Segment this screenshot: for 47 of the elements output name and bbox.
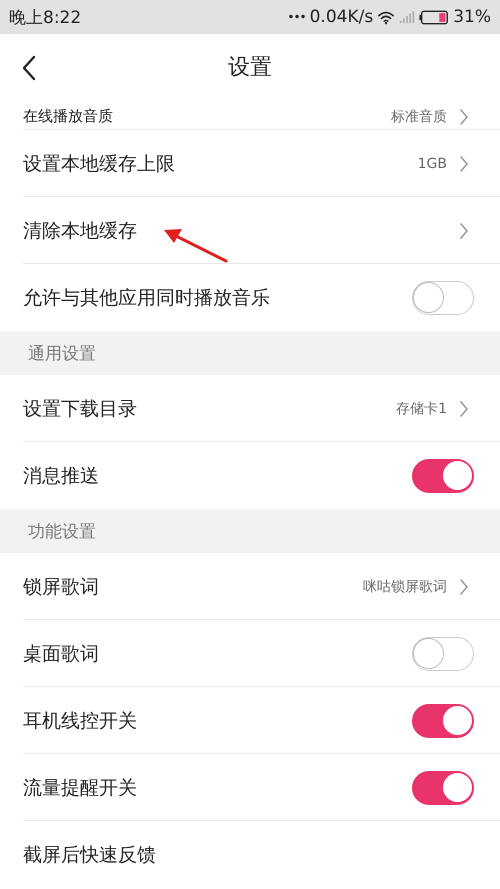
settings-row[interactable]: 截屏后快速反馈 [0, 821, 500, 888]
settings-row[interactable]: 允许与其他应用同时播放音乐 [0, 264, 500, 331]
setting-label: 流量提醒开关 [23, 776, 137, 800]
settings-row[interactable]: 流量提醒开关 [0, 754, 500, 821]
settings-row[interactable]: 消息推送 [0, 442, 500, 509]
setting-label: 允许与其他应用同时播放音乐 [23, 286, 270, 310]
setting-label: 桌面歌词 [23, 642, 99, 666]
setting-value: 标准音质 [391, 108, 447, 126]
settings-row[interactable]: 设置本地缓存上限 1GB [0, 130, 500, 197]
settings-row[interactable]: 耳机线控开关 [0, 687, 500, 754]
settings-row[interactable]: 设置下载目录 存储卡1 [0, 375, 500, 442]
section-header: 通用设置 [0, 331, 500, 375]
setting-label: 清除本地缓存 [23, 218, 137, 244]
wifi-icon [377, 10, 396, 24]
section-header: 功能设置 [0, 509, 500, 553]
toggle-switch[interactable] [412, 636, 474, 670]
setting-value: 咪咕锁屏歌词 [363, 578, 447, 596]
battery-percent: 31% [453, 7, 491, 27]
settings-row[interactable]: 清除本地缓存 [0, 197, 500, 264]
chevron-icon [459, 578, 469, 596]
setting-label: 消息推送 [23, 464, 99, 488]
back-icon [22, 55, 36, 81]
toggle-switch[interactable] [412, 770, 474, 804]
battery-icon [419, 10, 450, 24]
setting-label: 设置本地缓存上限 [23, 152, 175, 176]
chevron-icon [459, 108, 469, 126]
page-title: 设置 [228, 54, 272, 82]
chevron-icon [459, 400, 469, 418]
setting-label: 截屏后快速反馈 [23, 842, 156, 868]
settings-row[interactable]: 在线播放音质 标准音质 [0, 100, 500, 130]
setting-label: 锁屏歌词 [23, 574, 99, 600]
more-dots: ••• [287, 10, 306, 24]
network-speed: 0.04K/s [310, 7, 374, 27]
setting-label: 耳机线控开关 [23, 708, 137, 734]
setting-label: 在线播放音质 [23, 107, 113, 126]
setting-value: 1GB [418, 156, 447, 172]
toggle-switch[interactable] [412, 458, 474, 492]
settings-row[interactable]: 锁屏歌词 咪咕锁屏歌词 [0, 553, 500, 620]
status-time: 晚上8:22 [9, 6, 82, 28]
setting-value: 存储卡1 [396, 400, 447, 418]
toggle-switch[interactable] [412, 280, 474, 314]
toggle-switch[interactable] [412, 704, 474, 738]
signal-icon [399, 10, 416, 24]
settings-row[interactable]: 桌面歌词 [0, 620, 500, 687]
chevron-icon [459, 222, 469, 240]
chevron-icon [459, 154, 469, 172]
setting-label: 设置下载目录 [23, 396, 137, 422]
